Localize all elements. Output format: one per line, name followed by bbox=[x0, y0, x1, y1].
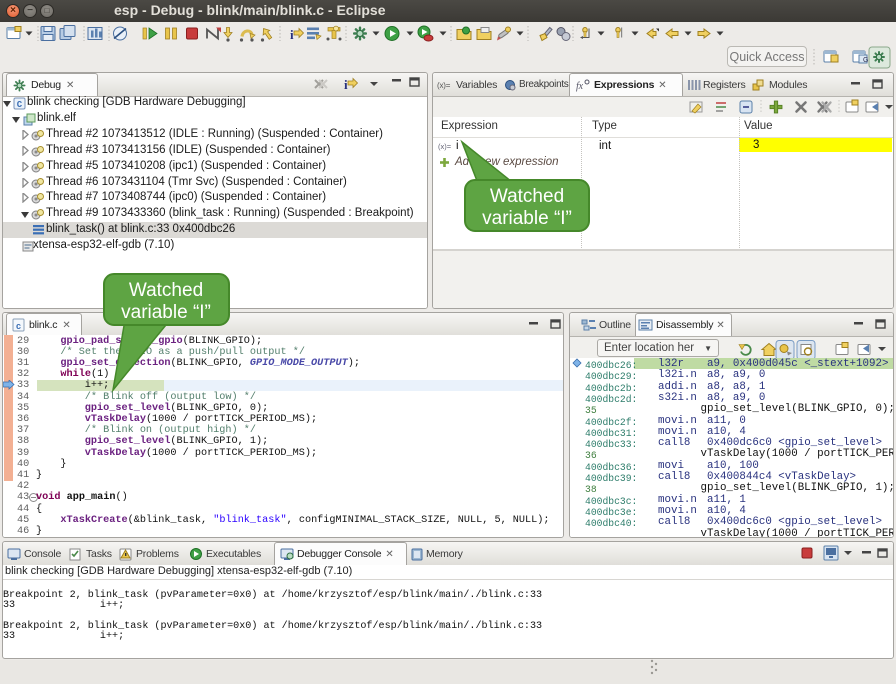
svg-text:i: i bbox=[290, 27, 294, 42]
svg-text:variable “I”: variable “I” bbox=[482, 208, 572, 229]
svg-text:i: i bbox=[344, 77, 348, 92]
svg-text:Watched: Watched bbox=[129, 280, 203, 301]
svg-text:C: C bbox=[17, 100, 23, 110]
svg-text:Watched: Watched bbox=[490, 186, 564, 207]
svg-text:(x)=: (x)= bbox=[437, 81, 451, 90]
svg-text:(x)=: (x)= bbox=[438, 142, 452, 151]
svg-text:c: c bbox=[16, 322, 21, 332]
svg-text:fx: fx bbox=[576, 81, 584, 92]
svg-text:variable “I”: variable “I” bbox=[121, 302, 211, 323]
svg-text:G: G bbox=[863, 57, 868, 64]
